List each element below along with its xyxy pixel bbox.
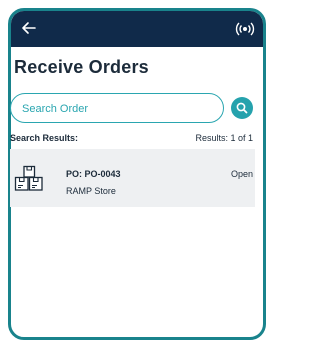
arrow-left-icon — [22, 22, 36, 34]
broadcast-button[interactable] — [235, 20, 255, 38]
broadcast-icon — [235, 22, 255, 36]
order-po-number: PO: PO-0043 — [66, 169, 121, 179]
results-header: Search Results: Results: 1 of 1 — [10, 133, 253, 143]
search-input[interactable] — [20, 94, 214, 123]
search-icon — [236, 102, 248, 114]
search-button[interactable] — [231, 97, 253, 119]
order-list-item[interactable]: PO: PO-0043 RAMP Store Open — [10, 149, 255, 207]
boxes-icon — [14, 165, 43, 191]
order-status: Open — [230, 169, 253, 179]
order-store-name: RAMP Store — [66, 186, 116, 196]
page-title: Receive Orders — [14, 57, 149, 77]
results-count: Results: 1 of 1 — [195, 133, 253, 143]
search-results-label: Search Results: — [10, 133, 79, 143]
back-button[interactable] — [21, 20, 39, 38]
top-app-bar — [11, 11, 263, 47]
search-field[interactable] — [10, 93, 224, 123]
